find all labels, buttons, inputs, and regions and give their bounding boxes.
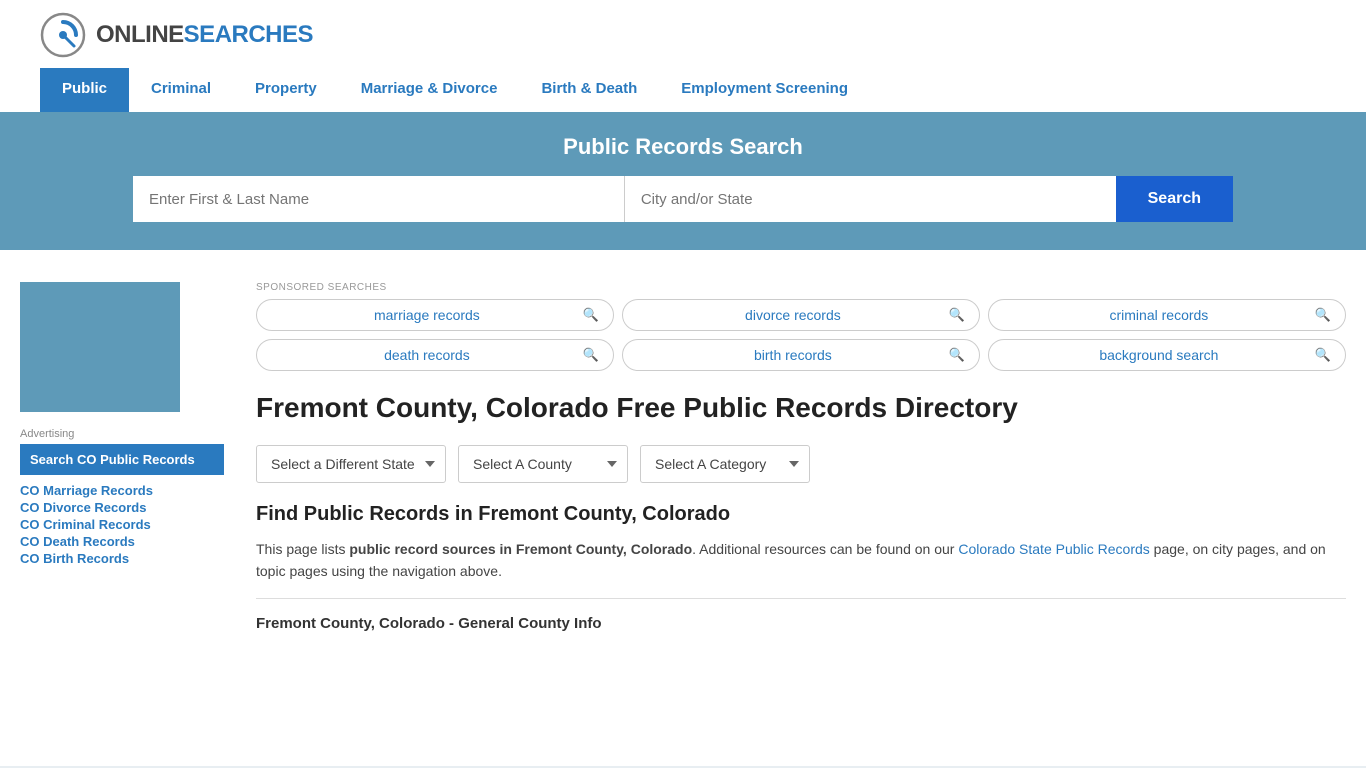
main-content: SPONSORED SEARCHES marriage records 🔍 di… xyxy=(240,266,1346,766)
sponsored-pill-criminal[interactable]: criminal records 🔍 xyxy=(988,299,1346,331)
name-input[interactable] xyxy=(133,176,625,222)
advertising-label: Advertising xyxy=(20,428,224,440)
logo-icon xyxy=(40,12,86,58)
hero-title: Public Records Search xyxy=(40,134,1326,160)
sponsored-pill-marriage[interactable]: marriage records 🔍 xyxy=(256,299,614,331)
sponsored-pill-birth[interactable]: birth records 🔍 xyxy=(622,339,980,371)
sponsored-text-marriage: marriage records xyxy=(271,307,583,323)
find-desc-bold: public record sources in Fremont County,… xyxy=(349,541,692,557)
find-desc-after-bold: . Additional resources can be found on o… xyxy=(692,541,958,557)
page-heading: Fremont County, Colorado Free Public Rec… xyxy=(256,391,1346,425)
sidebar-link-death[interactable]: CO Death Records xyxy=(20,534,224,549)
search-icon-birth: 🔍 xyxy=(949,347,965,363)
sponsored-grid: marriage records 🔍 divorce records 🔍 cri… xyxy=(256,299,1346,371)
county-dropdown[interactable]: Select A County xyxy=(458,445,628,483)
sponsored-label: SPONSORED SEARCHES xyxy=(256,282,1346,293)
search-icon-background: 🔍 xyxy=(1315,347,1331,363)
location-input[interactable] xyxy=(625,176,1116,222)
nav-item-property[interactable]: Property xyxy=(233,68,339,112)
nav-item-marriage[interactable]: Marriage & Divorce xyxy=(339,68,520,112)
find-desc-before: This page lists xyxy=(256,541,349,557)
main-nav: Public Criminal Property Marriage & Divo… xyxy=(40,68,1326,112)
co-state-records-link[interactable]: Colorado State Public Records xyxy=(958,541,1149,557)
sidebar-ad-box[interactable]: Search CO Public Records xyxy=(20,444,224,475)
section-divider xyxy=(256,598,1346,599)
sidebar-link-criminal[interactable]: CO Criminal Records xyxy=(20,517,224,532)
dropdowns-row: Select a Different State Select A County… xyxy=(256,445,1346,483)
find-description: This page lists public record sources in… xyxy=(256,538,1346,583)
state-dropdown[interactable]: Select a Different State xyxy=(256,445,446,483)
search-bar: Search xyxy=(133,176,1233,222)
sponsored-pill-death[interactable]: death records 🔍 xyxy=(256,339,614,371)
nav-item-birth[interactable]: Birth & Death xyxy=(519,68,659,112)
category-dropdown[interactable]: Select A Category xyxy=(640,445,810,483)
sidebar-link-birth[interactable]: CO Birth Records xyxy=(20,551,224,566)
search-icon-criminal: 🔍 xyxy=(1315,307,1331,323)
sponsored-text-birth: birth records xyxy=(637,347,949,363)
search-icon-death: 🔍 xyxy=(583,347,599,363)
search-icon-marriage: 🔍 xyxy=(583,307,599,323)
county-info-heading: Fremont County, Colorado - General Count… xyxy=(256,615,1346,632)
sponsored-text-criminal: criminal records xyxy=(1003,307,1315,323)
sponsored-text-background: background search xyxy=(1003,347,1315,363)
find-heading: Find Public Records in Fremont County, C… xyxy=(256,503,1346,526)
nav-item-employment[interactable]: Employment Screening xyxy=(659,68,870,112)
search-button[interactable]: Search xyxy=(1116,176,1233,222)
nav-item-criminal[interactable]: Criminal xyxy=(129,68,233,112)
sponsored-text-death: death records xyxy=(271,347,583,363)
sponsored-text-divorce: divorce records xyxy=(637,307,949,323)
sidebar-link-divorce[interactable]: CO Divorce Records xyxy=(20,500,224,515)
sidebar: Advertising Search CO Public Records CO … xyxy=(20,266,240,766)
nav-item-public[interactable]: Public xyxy=(40,68,129,112)
site-logo: ONLINESEARCHES xyxy=(96,21,313,49)
sponsored-pill-divorce[interactable]: divorce records 🔍 xyxy=(622,299,980,331)
state-map-image xyxy=(20,282,180,412)
sidebar-link-marriage[interactable]: CO Marriage Records xyxy=(20,483,224,498)
search-icon-divorce: 🔍 xyxy=(949,307,965,323)
hero-banner: Public Records Search Search xyxy=(0,112,1366,250)
sponsored-pill-background[interactable]: background search 🔍 xyxy=(988,339,1346,371)
